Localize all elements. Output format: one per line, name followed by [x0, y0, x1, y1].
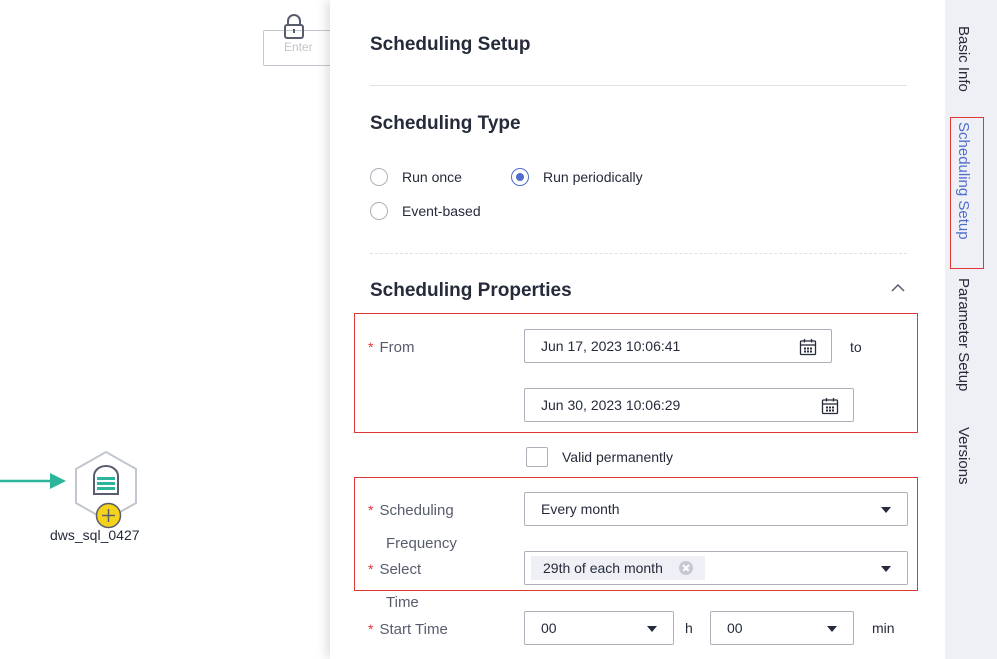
radio-run-once[interactable]: Run once [370, 168, 462, 186]
lock-icon[interactable] [282, 14, 306, 40]
required-star: * [368, 621, 374, 637]
dropdown-caret-icon [881, 566, 891, 572]
start-time-label: * Start Time [368, 621, 448, 638]
from-date-input[interactable]: Jun 17, 2023 10:06:41 [524, 329, 832, 363]
panel-title: Scheduling Setup [370, 34, 531, 55]
frequency-label: Frequency [386, 535, 457, 552]
calendar-icon[interactable] [821, 397, 839, 415]
frequency-value: Every month [541, 501, 620, 517]
valid-permanently-label: Valid permanently [562, 449, 674, 465]
frequency-select[interactable]: Every month [524, 492, 908, 526]
dropdown-caret-icon [827, 626, 837, 632]
side-tabs: Basic Info Scheduling Setup Parameter Se… [945, 0, 997, 659]
tab-versions[interactable]: Versions [955, 427, 972, 485]
selected-day-text: 29th of each month [543, 560, 663, 576]
section-divider [370, 253, 907, 254]
scheduling-type-title: Scheduling Type [370, 113, 521, 134]
node-label: dws_sql_0427 [50, 527, 140, 543]
connector-arrow-icon [0, 473, 66, 489]
tab-parameter-setup[interactable]: Parameter Setup [955, 278, 972, 391]
radio-event-based[interactable]: Event-based [370, 202, 481, 220]
select-label: * Select [368, 561, 422, 578]
to-date-value: Jun 30, 2023 10:06:29 [541, 397, 681, 413]
add-node-icon[interactable] [95, 502, 122, 529]
from-label: * From [368, 339, 415, 356]
title-divider [370, 85, 907, 86]
radio-label: Run periodically [543, 169, 643, 185]
required-star: * [368, 339, 374, 355]
radio-run-periodically[interactable]: Run periodically [511, 168, 643, 186]
to-label: to [850, 339, 862, 355]
scheduling-setup-panel: Scheduling Setup Scheduling Type Run onc… [330, 0, 945, 659]
scheduling-properties-title: Scheduling Properties [370, 280, 572, 301]
checkbox-box[interactable] [526, 447, 548, 467]
start-min-select[interactable]: 00 [710, 611, 854, 645]
radio-label: Run once [402, 169, 462, 185]
to-date-input[interactable]: Jun 30, 2023 10:06:29 [524, 388, 854, 422]
required-star: * [368, 561, 374, 577]
radio-label: Event-based [402, 203, 481, 219]
scheduling-label: * Scheduling [368, 502, 454, 519]
required-star: * [368, 502, 374, 518]
day-select[interactable]: 29th of each month [524, 551, 908, 585]
calendar-icon[interactable] [799, 338, 817, 356]
tag-remove-icon[interactable] [678, 561, 693, 575]
start-min-value: 00 [727, 620, 743, 636]
chevron-up-icon[interactable] [890, 282, 906, 294]
dropdown-caret-icon [881, 507, 891, 513]
search-placeholder: Enter [284, 40, 313, 54]
dropdown-caret-icon [647, 626, 657, 632]
min-unit: min [872, 620, 895, 636]
hour-unit: h [685, 620, 693, 636]
time-label: Time [386, 594, 419, 611]
valid-permanently-checkbox[interactable]: Valid permanently [526, 447, 673, 467]
selected-day-tag: 29th of each month [531, 556, 705, 580]
active-tab-highlight [950, 117, 984, 269]
start-hour-select[interactable]: 00 [524, 611, 674, 645]
from-date-value: Jun 17, 2023 10:06:41 [541, 338, 681, 354]
tab-basic-info[interactable]: Basic Info [955, 26, 972, 92]
start-hour-value: 00 [541, 620, 557, 636]
radio-dot [370, 168, 388, 186]
radio-dot-selected [511, 168, 529, 186]
radio-dot [370, 202, 388, 220]
